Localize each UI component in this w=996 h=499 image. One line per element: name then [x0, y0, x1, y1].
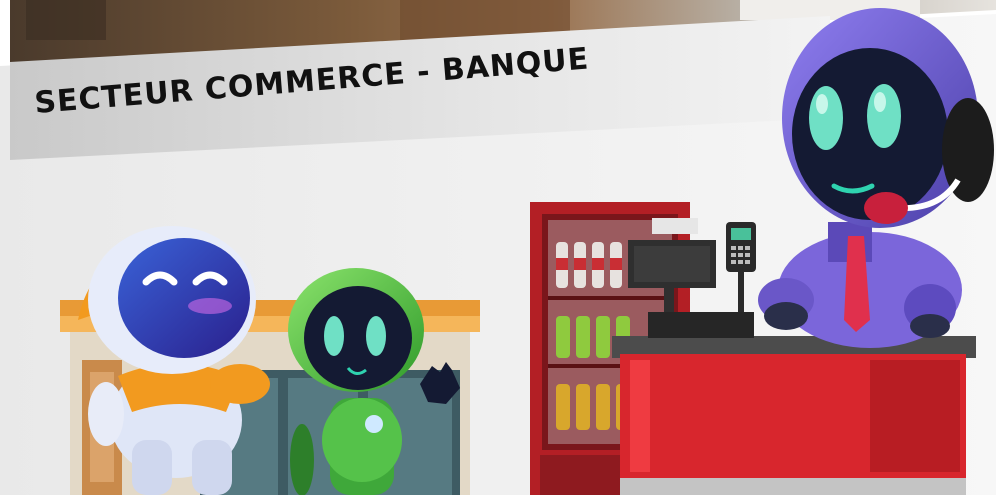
scene: SECTEUR COMMERCE - BANQUE: [0, 0, 996, 496]
checkout-counter: [612, 336, 976, 495]
